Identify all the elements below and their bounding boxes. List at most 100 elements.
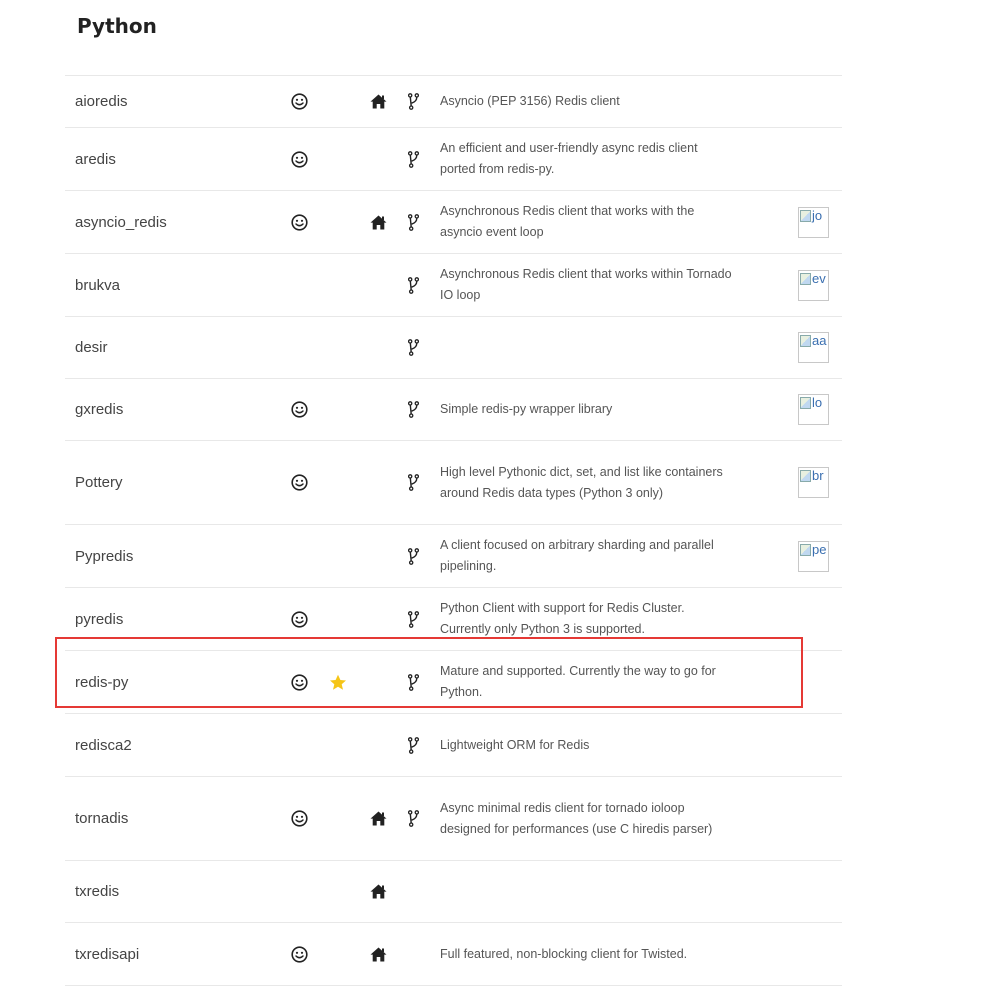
client-row: brukva Asynchronous Redis client that wor…	[65, 254, 842, 317]
client-description-text: Simple redis-py wrapper library	[440, 402, 613, 416]
client-description: Python Client with support for Redis Clu…	[440, 588, 735, 650]
home-icon[interactable]	[367, 777, 389, 860]
code-fork-icon[interactable]	[403, 76, 423, 127]
code-fork-icon[interactable]	[403, 317, 423, 378]
author-avatar-link[interactable]: lo	[798, 379, 831, 440]
smiley-icon	[288, 128, 310, 190]
broken-image-glyph	[800, 470, 811, 482]
client-name: gxredis	[75, 401, 124, 418]
client-name: pyredis	[75, 610, 124, 628]
home-icon[interactable]	[367, 76, 389, 127]
client-row: tornadis Async minimal redis client for t…	[65, 777, 842, 861]
client-description: Asynchronous Redis client that works wit…	[440, 191, 735, 253]
client-row: txredisapi Full featured, non-blocking cl…	[65, 923, 842, 986]
home-icon[interactable]	[367, 923, 389, 985]
client-name: desir	[75, 339, 108, 356]
author-avatar-link[interactable]: aa	[798, 317, 831, 378]
author-avatar-link[interactable]: br	[798, 441, 831, 524]
code-fork-icon[interactable]	[403, 525, 423, 587]
client-description: Asyncio (PEP 3156) Redis client	[440, 76, 735, 127]
author-avatar-link[interactable]: pe	[798, 525, 831, 587]
author-image-alt-text: lo	[812, 395, 823, 410]
author-image-alt-text: aa	[812, 333, 827, 348]
broken-image-icon[interactable]: br	[798, 467, 829, 498]
author-image-alt-text: pe	[812, 541, 827, 557]
code-fork-icon[interactable]	[403, 588, 423, 650]
client-description-text: A client focused on arbitrary sharding a…	[440, 538, 714, 573]
author-avatar-link[interactable]: jo	[798, 191, 831, 253]
client-name: redis-py	[75, 673, 129, 691]
client-row: desir aa	[65, 317, 842, 379]
client-description: Async minimal redis client for tornado i…	[440, 777, 735, 860]
client-name: brukva	[75, 276, 121, 294]
client-description-text: Asyncio (PEP 3156) Redis client	[440, 94, 620, 108]
smiley-icon	[288, 76, 310, 127]
client-name: txredisapi	[75, 945, 140, 963]
author-avatar-link[interactable]: ev	[798, 254, 831, 316]
client-description-text: Asynchronous Redis client that works wit…	[440, 204, 695, 239]
broken-image-glyph	[800, 397, 811, 409]
client-description	[440, 317, 735, 378]
client-row: redisca2 Lightweight ORM for Redis	[65, 714, 842, 777]
client-row: Pypredis A client focused on arbitrary sh…	[65, 525, 842, 588]
client-description-text: Lightweight ORM for Redis	[440, 737, 590, 752]
client-description-text: Python Client with support for Redis Clu…	[440, 601, 685, 636]
client-name: Pypredis	[75, 547, 134, 565]
client-name: txredis	[75, 883, 120, 900]
client-description: Full featured, non-blocking client for T…	[440, 923, 735, 985]
author-image-alt-text: ev	[812, 270, 826, 286]
client-description-text: Async minimal redis client for tornado i…	[440, 800, 713, 836]
broken-image-icon[interactable]: jo	[798, 206, 829, 238]
smiley-icon	[288, 379, 310, 440]
client-row: aredis An efficient and user-friendly asy…	[65, 128, 842, 191]
code-fork-icon[interactable]	[403, 714, 423, 776]
smiley-icon	[288, 191, 310, 253]
client-row: txredis	[65, 861, 842, 923]
home-icon[interactable]	[367, 191, 389, 253]
code-fork-icon[interactable]	[403, 651, 423, 713]
author-image-alt-text: jo	[812, 207, 823, 223]
client-description-text: Full featured, non-blocking client for T…	[440, 946, 688, 961]
code-fork-icon[interactable]	[403, 379, 423, 440]
home-icon[interactable]	[367, 861, 389, 922]
broken-image-icon[interactable]: ev	[798, 269, 829, 301]
client-description-text: Mature and supported. Currently the way …	[440, 664, 716, 699]
client-description: High level Pythonic dict, set, and list …	[440, 441, 735, 524]
client-description-text: Asynchronous Redis client that works wit…	[440, 267, 732, 302]
broken-image-icon[interactable]: aa	[798, 332, 829, 363]
author-image-alt-text: br	[812, 468, 824, 483]
client-row: asyncio_redis Asynchronous Redis client t…	[65, 191, 842, 254]
page-title: Python	[77, 14, 157, 38]
broken-image-icon[interactable]: lo	[798, 394, 829, 425]
client-name: redisca2	[75, 736, 132, 754]
code-fork-icon[interactable]	[403, 128, 423, 190]
client-name: asyncio_redis	[75, 213, 167, 231]
code-fork-icon[interactable]	[403, 191, 423, 253]
client-row: aioredis Asyncio (PEP 3156) Redis client	[65, 76, 842, 128]
client-name: Pottery	[75, 474, 123, 491]
client-description: Simple redis-py wrapper library	[440, 379, 735, 440]
broken-image-glyph	[800, 335, 811, 347]
client-row: gxredis Simple redis-py wrapper library lo	[65, 379, 842, 441]
client-description: Asynchronous Redis client that works wit…	[440, 254, 735, 316]
smiley-icon	[288, 923, 310, 985]
smiley-icon	[288, 777, 310, 860]
star-icon	[327, 651, 349, 713]
code-fork-icon[interactable]	[403, 254, 423, 316]
client-description: An efficient and user-friendly async red…	[440, 128, 735, 190]
broken-image-icon[interactable]: pe	[798, 540, 829, 572]
client-row: pyredis Python Client with support for Re…	[65, 588, 842, 651]
code-fork-icon[interactable]	[403, 777, 423, 860]
client-name: aredis	[75, 150, 116, 168]
python-clients-table: aioredis Asyncio (PEP 3156) Redis client a…	[65, 75, 842, 986]
code-fork-icon[interactable]	[403, 441, 423, 524]
client-name: aioredis	[75, 93, 128, 110]
broken-image-glyph	[800, 272, 811, 285]
client-description: A client focused on arbitrary sharding a…	[440, 525, 735, 587]
client-description-text: An efficient and user-friendly async red…	[440, 141, 698, 176]
client-row: redis-py Mature and supported. Currently …	[65, 651, 842, 714]
client-name: tornadis	[75, 810, 129, 827]
smiley-icon	[288, 651, 310, 713]
smiley-icon	[288, 441, 310, 524]
client-description: Lightweight ORM for Redis	[440, 714, 735, 776]
